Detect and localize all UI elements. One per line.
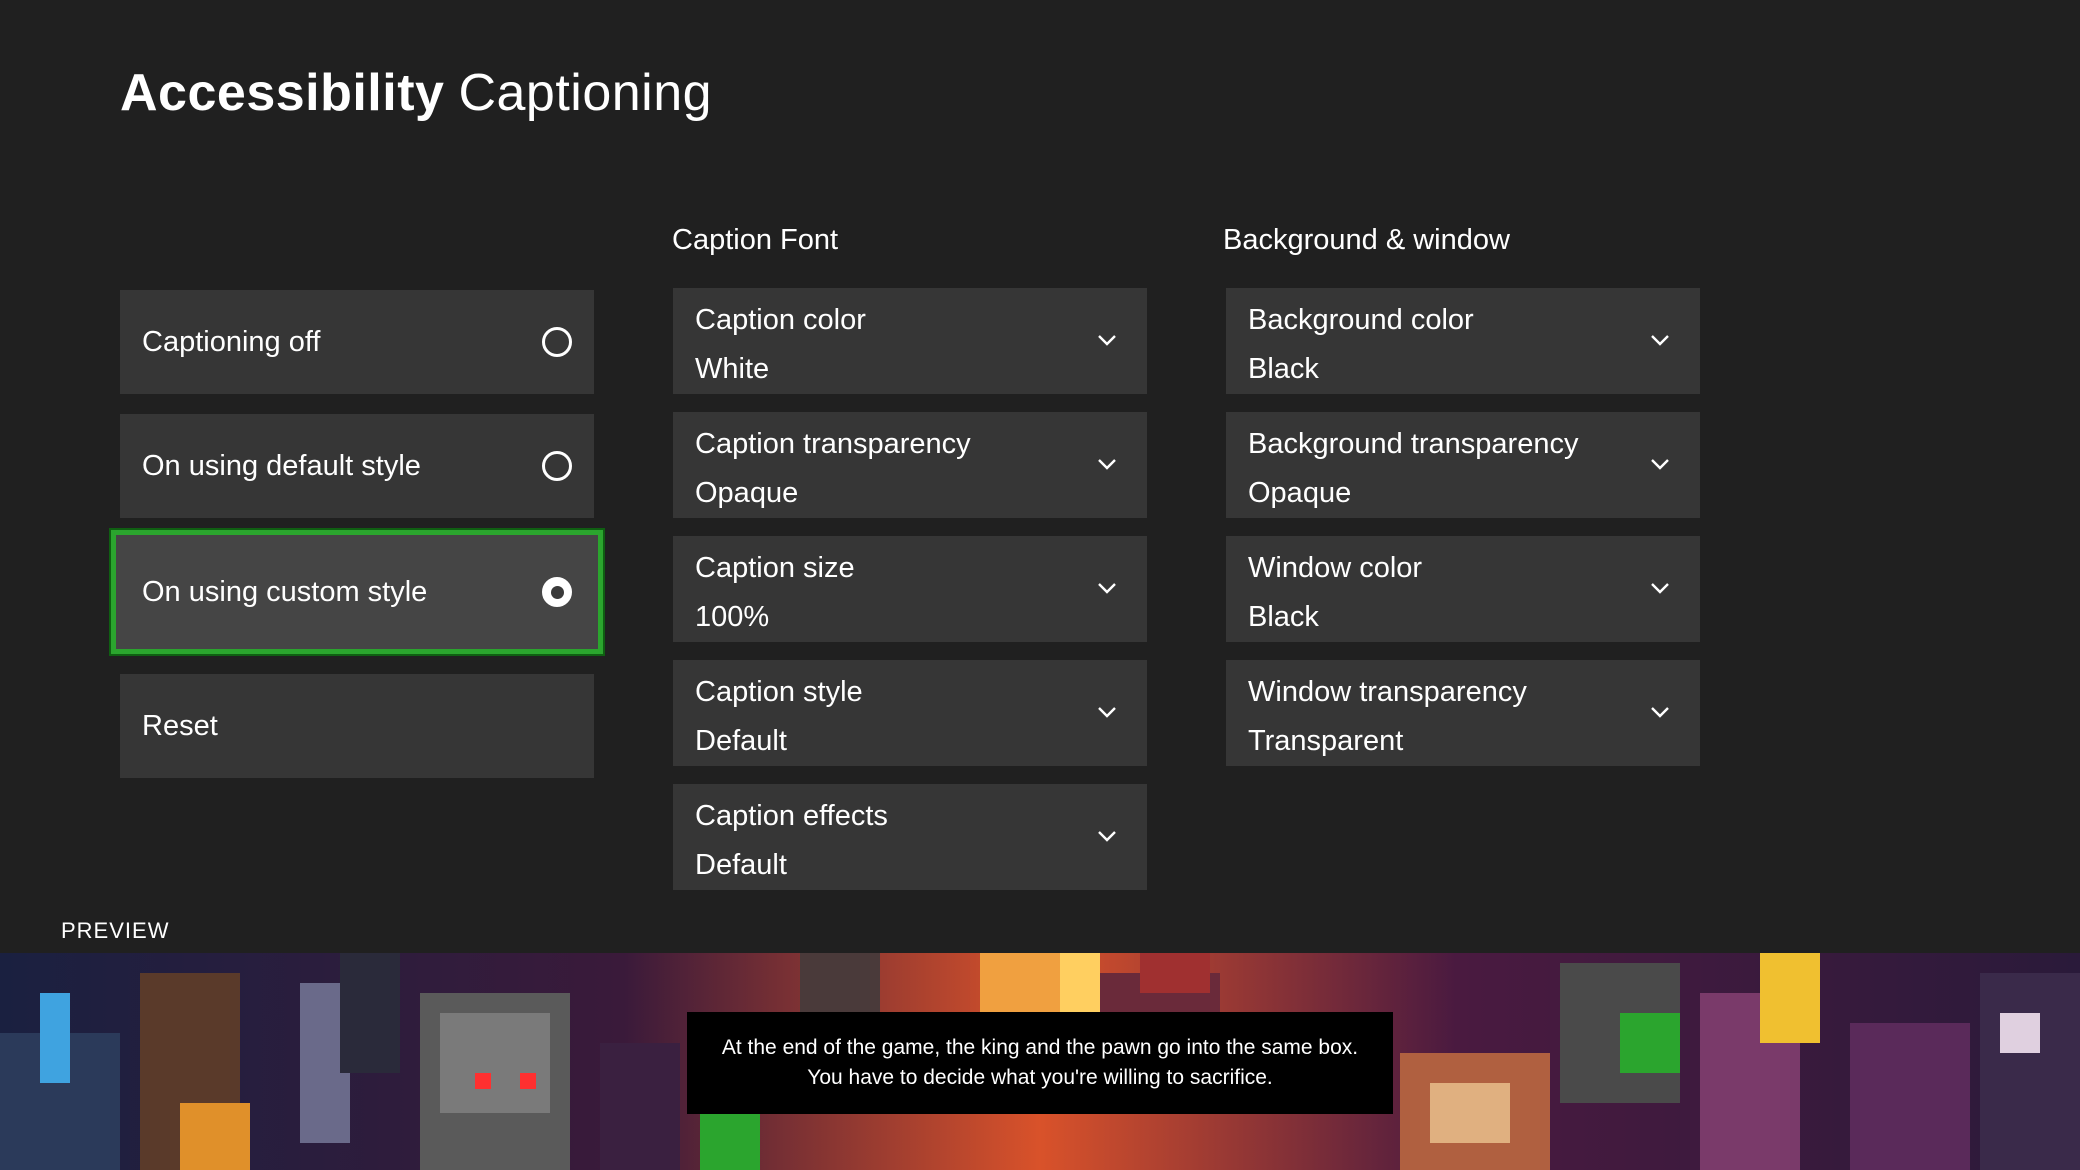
caption-line-1: At the end of the game, the king and the… bbox=[721, 1036, 1359, 1059]
chevron-down-icon bbox=[1651, 459, 1669, 470]
dropdown-value: Transparent bbox=[1248, 725, 1404, 757]
caption-transparency-dropdown[interactable]: Caption transparency Opaque bbox=[673, 412, 1147, 518]
dropdown-value: Black bbox=[1248, 601, 1319, 633]
caption-style-dropdown[interactable]: Caption style Default bbox=[673, 660, 1147, 766]
caption-effects-dropdown[interactable]: Caption effects Default bbox=[673, 784, 1147, 890]
caption-line-2: You have to decide what you're willing t… bbox=[807, 1066, 1273, 1089]
dropdown-label: Caption size bbox=[695, 552, 855, 584]
background-color-dropdown[interactable]: Background color Black bbox=[1226, 288, 1700, 394]
chevron-down-icon bbox=[1098, 459, 1116, 470]
page-title: Accessibility Captioning bbox=[120, 62, 712, 124]
captioning-settings-page: Accessibility Captioning Captioning off O… bbox=[0, 0, 2080, 1170]
dropdown-value: Opaque bbox=[695, 477, 799, 509]
chevron-down-icon bbox=[1098, 335, 1116, 346]
radio-unselected-icon bbox=[542, 451, 572, 481]
background-transparency-dropdown[interactable]: Background transparency Opaque bbox=[1226, 412, 1700, 518]
dropdown-label: Caption color bbox=[695, 304, 866, 336]
caption-font-heading: Caption Font bbox=[672, 224, 839, 256]
dropdown-value: Black bbox=[1248, 353, 1319, 385]
dropdown-label: Background color bbox=[1248, 304, 1474, 336]
reset-button[interactable]: Reset bbox=[120, 674, 594, 778]
reset-label: Reset bbox=[142, 709, 218, 742]
dropdown-value: Default bbox=[695, 725, 787, 757]
page-title-section: Accessibility bbox=[120, 64, 445, 122]
chevron-down-icon bbox=[1098, 707, 1116, 718]
dropdown-label: Window transparency bbox=[1248, 676, 1527, 708]
default-style-option[interactable]: On using default style bbox=[120, 414, 594, 518]
dropdown-value: Default bbox=[695, 849, 787, 881]
dropdown-value: 100% bbox=[695, 601, 770, 633]
page-title-subsection: Captioning bbox=[458, 64, 713, 122]
chevron-down-icon bbox=[1651, 335, 1669, 346]
chevron-down-icon bbox=[1098, 583, 1116, 594]
background-window-heading: Background & window bbox=[1223, 224, 1510, 256]
dropdown-label: Window color bbox=[1248, 552, 1423, 584]
radio-unselected-icon bbox=[542, 327, 572, 357]
chevron-down-icon bbox=[1098, 831, 1116, 842]
window-transparency-dropdown[interactable]: Window transparency Transparent bbox=[1226, 660, 1700, 766]
option-label: Captioning off bbox=[142, 325, 321, 358]
chevron-down-icon bbox=[1651, 707, 1669, 718]
window-color-dropdown[interactable]: Window color Black bbox=[1226, 536, 1700, 642]
preview-label: PREVIEW bbox=[61, 918, 170, 943]
dropdown-label: Caption transparency bbox=[695, 428, 971, 460]
radio-selected-icon bbox=[542, 577, 572, 607]
caption-preview-window: At the end of the game, the king and the… bbox=[687, 1012, 1393, 1114]
dropdown-label: Background transparency bbox=[1248, 428, 1579, 460]
dropdown-value: Opaque bbox=[1248, 477, 1352, 509]
dropdown-label: Caption effects bbox=[695, 800, 888, 832]
caption-size-dropdown[interactable]: Caption size 100% bbox=[673, 536, 1147, 642]
custom-style-option[interactable]: On using custom style bbox=[111, 530, 603, 654]
chevron-down-icon bbox=[1651, 583, 1669, 594]
dropdown-label: Caption style bbox=[695, 676, 863, 708]
captioning-off-option[interactable]: Captioning off bbox=[120, 290, 594, 394]
caption-color-dropdown[interactable]: Caption color White bbox=[673, 288, 1147, 394]
dropdown-value: White bbox=[695, 353, 770, 385]
option-label: On using custom style bbox=[142, 575, 428, 608]
option-label: On using default style bbox=[142, 449, 421, 482]
